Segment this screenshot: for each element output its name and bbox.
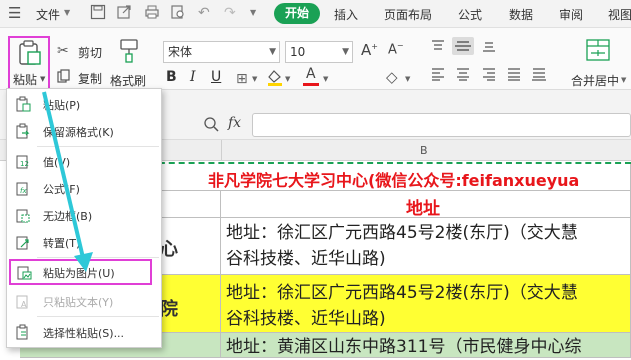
arrow-shaft: [42, 91, 86, 263]
arrow-head: [74, 252, 93, 272]
annotation-arrow: [42, 91, 93, 272]
